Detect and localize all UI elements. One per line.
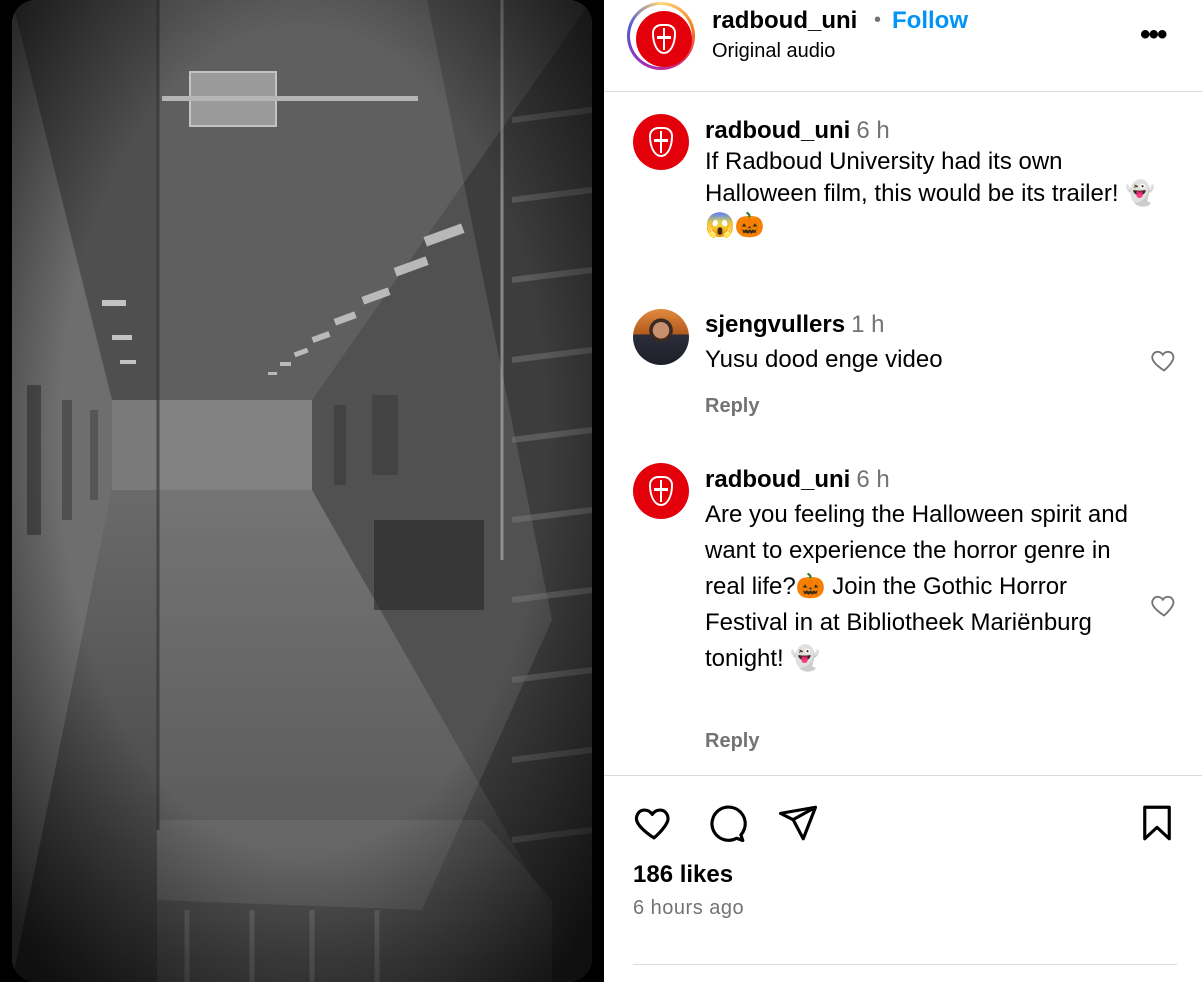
audio-link[interactable]: Original audio xyxy=(712,40,835,63)
comment-text: Yusu dood enge video xyxy=(705,346,943,373)
bookmark-icon[interactable] xyxy=(1136,802,1178,844)
header-username[interactable]: radboud_uni xyxy=(712,7,857,35)
share-icon[interactable] xyxy=(777,802,819,844)
reply-button[interactable]: Reply xyxy=(705,730,759,753)
comment-username[interactable]: radboud_uni 6 h xyxy=(705,117,890,145)
radboud-crest-icon xyxy=(649,127,673,157)
hallway-video-image xyxy=(12,0,592,982)
comment-time: 6 h xyxy=(856,466,890,493)
comment-time: 1 h xyxy=(851,311,885,338)
heart-icon[interactable] xyxy=(1150,591,1178,619)
story-ring[interactable] xyxy=(627,2,695,70)
post-header: radboud_uni • Follow Original audio ••• xyxy=(604,0,1202,92)
video-frame[interactable] xyxy=(12,0,592,982)
avatar[interactable] xyxy=(636,11,692,67)
more-horizontal-icon[interactable]: ••• xyxy=(1140,18,1167,52)
comment-text: If Radboud University had its own Hallow… xyxy=(705,148,1156,239)
username-text[interactable]: radboud_uni xyxy=(705,466,850,493)
heart-icon[interactable] xyxy=(1150,346,1178,374)
post-media[interactable] xyxy=(0,0,604,982)
comment-time: 6 h xyxy=(856,117,890,144)
comment-username[interactable]: sjengvullers 1 h xyxy=(705,311,884,339)
avatar[interactable] xyxy=(633,114,689,170)
divider xyxy=(633,964,1177,965)
comment-text: Are you feeling the Halloween spirit and… xyxy=(705,501,1128,672)
follow-button[interactable]: Follow xyxy=(892,7,968,35)
username-text[interactable]: sjengvullers xyxy=(705,311,845,338)
radboud-crest-icon xyxy=(649,476,673,506)
comment-icon[interactable] xyxy=(705,802,747,844)
post-side-panel: radboud_uni • Follow Original audio ••• … xyxy=(604,0,1202,982)
reply-button[interactable]: Reply xyxy=(705,395,759,418)
heart-icon[interactable] xyxy=(633,802,675,844)
avatar[interactable] xyxy=(633,463,689,519)
comment-username[interactable]: radboud_uni 6 h xyxy=(705,466,890,494)
post-timestamp: 6 hours ago xyxy=(633,897,745,919)
separator-dot: • xyxy=(874,9,882,31)
radboud-crest-icon xyxy=(652,24,676,54)
avatar[interactable] xyxy=(633,309,689,365)
likes-count[interactable]: 186 likes xyxy=(633,861,733,889)
username-text[interactable]: radboud_uni xyxy=(705,117,850,144)
divider xyxy=(604,775,1202,776)
